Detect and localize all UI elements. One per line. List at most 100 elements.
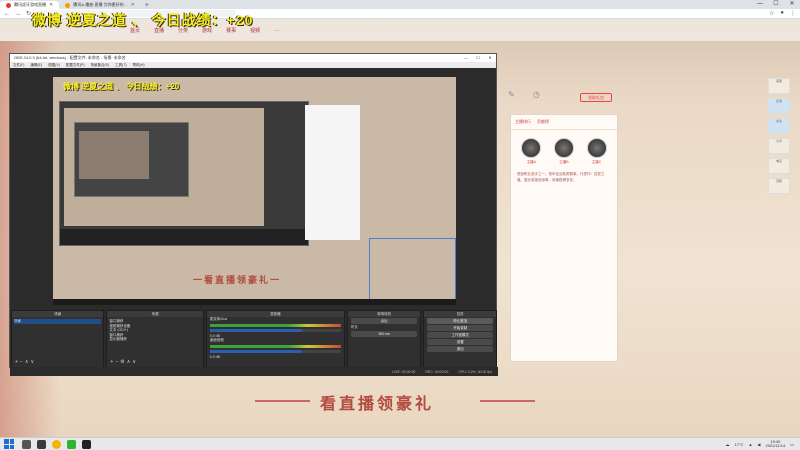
close-button[interactable]: ✕ — [784, 0, 800, 9]
right-tool-item[interactable]: 反馈 — [768, 98, 790, 114]
source-tools: +−⚙∧∨ — [110, 359, 138, 365]
bookmark-star-icon[interactable]: ☆ — [769, 10, 774, 17]
tab-contribution[interactable]: 贡献榜 — [537, 119, 549, 125]
menu-view[interactable]: 视图(V) — [48, 62, 60, 68]
weather-icon[interactable]: ☁ — [726, 442, 730, 447]
volume-icon[interactable]: ◀ — [757, 442, 760, 447]
search-icon[interactable] — [22, 439, 31, 449]
gift-button[interactable]: 领取礼包 — [580, 93, 612, 102]
nested-preview-inner-2 — [79, 131, 149, 179]
avatar[interactable] — [586, 138, 607, 158]
start-recording-button[interactable]: 开始录制 — [427, 325, 493, 331]
obs-title: OBS 24.0.3 (64-bit, windows) - 配置文件: 未命名… — [14, 55, 126, 60]
source-selection-box[interactable] — [369, 238, 456, 302]
obs-icon[interactable] — [82, 439, 91, 449]
preview-banner: 一看直播领豪礼一 — [193, 275, 282, 285]
clock-icon[interactable]: ◷ — [533, 90, 540, 99]
cpu-status: CPU: 3.2%, 30.00 fps — [458, 369, 492, 374]
tab-ranking[interactable]: 主播排行 — [515, 119, 531, 125]
source-item[interactable]: 显示器捕获 — [109, 337, 200, 342]
stream-overlay-text: 微博 逆夏之道 、 今日战绩：+20 — [32, 12, 254, 28]
volume-slider[interactable] — [209, 329, 341, 332]
menu-scene-collection[interactable]: 场景集合(S) — [91, 62, 110, 68]
obs-preview-canvas[interactable]: 微博 逆夏之道 、 今日战绩：+20 一看直播领豪礼一 — [53, 77, 456, 305]
sources-dock: 来源 窗口捕获 视频捕获设备 文本 (GDI+) 窗口捕获 显示器捕获 +−⚙∧… — [106, 310, 204, 368]
exit-button[interactable]: 退出 — [427, 346, 493, 352]
back-icon[interactable]: ← — [4, 11, 10, 17]
down-icon[interactable]: ∨ — [132, 359, 138, 365]
obs-window: OBS 24.0.3 (64-bit, windows) - 配置文件: 未命名… — [9, 53, 498, 376]
clock[interactable]: 19:40 2021/11/14 — [765, 439, 786, 449]
weather-text: 17°C — [734, 441, 744, 447]
obs-minimize-button[interactable]: — — [460, 54, 472, 62]
task-view-icon[interactable] — [37, 439, 46, 449]
duration-field[interactable]: 300 ms — [350, 331, 418, 337]
transitions-header: 转场特效 — [347, 311, 421, 317]
avatar-label: 主播B — [559, 160, 569, 164]
tab-close-icon[interactable]: ✕ — [131, 2, 135, 8]
right-tool-item[interactable]: 分享 — [768, 138, 790, 154]
avatar[interactable] — [521, 138, 542, 158]
obs-maximize-button[interactable]: ☐ — [472, 54, 484, 62]
settings-button[interactable]: 设置 — [427, 339, 493, 345]
obs-menu-bar: 文件(F) 编辑(E) 视图(V) 配置文件(P) 场景集合(S) 工具(T) … — [10, 62, 496, 68]
promo-banner: 看直播领豪礼 — [320, 396, 435, 413]
right-tool-item[interactable]: 顶部 — [768, 178, 790, 194]
edit-icon[interactable]: ✎ — [508, 90, 515, 99]
volume-slider[interactable] — [209, 350, 341, 353]
banner-divider — [480, 400, 535, 402]
duration-label: 时长 — [350, 325, 358, 329]
banner-divider — [255, 400, 310, 402]
obs-close-button[interactable]: ✕ — [484, 54, 496, 62]
right-tool-item[interactable]: 客服 — [768, 78, 790, 94]
mixer-channel-name: 麦克风/Aux — [209, 317, 228, 321]
menu-help[interactable]: 帮助(H) — [133, 62, 145, 68]
scene-item[interactable]: 场景 — [14, 319, 102, 324]
stop-streaming-button[interactable]: 停止推流 — [427, 318, 493, 324]
avatar[interactable] — [553, 138, 574, 158]
menu-tools[interactable]: 工具(T) — [115, 62, 126, 68]
menu-icon[interactable]: ⋮ — [790, 10, 796, 17]
windows-taskbar: ☁ 17°C ▲ ◀ 19:40 2021/11/14 ▭ — [0, 437, 800, 450]
menu-profile[interactable]: 配置文件(P) — [66, 62, 85, 68]
browser-tab-2[interactable]: 腾讯A-播放·直播 为你更好的… ✕ — [59, 1, 141, 9]
windows-start-icon[interactable] — [4, 439, 14, 449]
site-nav-item[interactable]: … — [274, 27, 279, 33]
transitions-dock: 转场特效 淡出 时长 300 ms — [346, 310, 422, 368]
transition-select[interactable]: 淡出 — [350, 318, 418, 324]
volume-meter — [209, 345, 341, 348]
maximize-button[interactable]: ☐ — [768, 0, 784, 9]
browser-tab-bar: 腾讯虎牙游戏直播 ✕ 腾讯A-播放·直播 为你更好的… ✕ + — ☐ ✕ — [0, 0, 800, 9]
preview-overlay-text: 微博 逆夏之道 、 今日战绩：+20 — [63, 82, 180, 91]
scenes-dock: 场景 场景 +−∧∨ — [11, 310, 105, 368]
menu-edit[interactable]: 编辑(E) — [30, 62, 42, 68]
down-icon[interactable]: ∨ — [31, 359, 37, 365]
preview-taskbar — [53, 299, 456, 305]
wechat-icon[interactable] — [67, 439, 76, 449]
reload-icon[interactable]: ↻ — [26, 10, 31, 17]
volume-meter — [209, 324, 341, 327]
site-action-icons: ✎ ◷ — [508, 90, 540, 99]
right-tool-item[interactable]: 电竞 — [768, 158, 790, 174]
menu-file[interactable]: 文件(F) — [13, 62, 24, 68]
profile-icon[interactable]: ● — [780, 10, 784, 17]
site-favicon-icon — [65, 2, 71, 8]
browser-tab-1[interactable]: 腾讯虎牙游戏直播 ✕ — [0, 1, 60, 9]
right-tool-item[interactable]: 关注 — [768, 118, 790, 134]
tab-close-icon[interactable]: ✕ — [49, 2, 53, 8]
new-tab-button[interactable]: + — [141, 2, 153, 9]
mixer-channel-db: 0.0 dB — [209, 355, 220, 359]
studio-mode-button[interactable]: 工作室模式 — [427, 332, 493, 338]
mixer-channel-name: 桌面音频 — [209, 338, 224, 342]
forward-icon[interactable]: → — [15, 11, 21, 17]
tab-label: 腾讯A-播放·直播 为你更好的… — [73, 2, 128, 7]
notification-icon[interactable]: ▭ — [790, 442, 794, 447]
avatar-label: 主播C — [591, 160, 602, 164]
audio-mixer-dock: 混音器 麦克风/Aux 0.0 dB 桌面音频 0.0 dB — [205, 310, 345, 368]
network-icon[interactable]: ▲ — [748, 442, 752, 447]
nested-preview-frame-2 — [74, 122, 189, 197]
minimize-button[interactable]: — — [752, 0, 768, 9]
chrome-icon[interactable] — [52, 439, 61, 449]
clock-date: 2021/11/14 — [765, 443, 786, 448]
site-favicon-icon — [6, 2, 11, 8]
